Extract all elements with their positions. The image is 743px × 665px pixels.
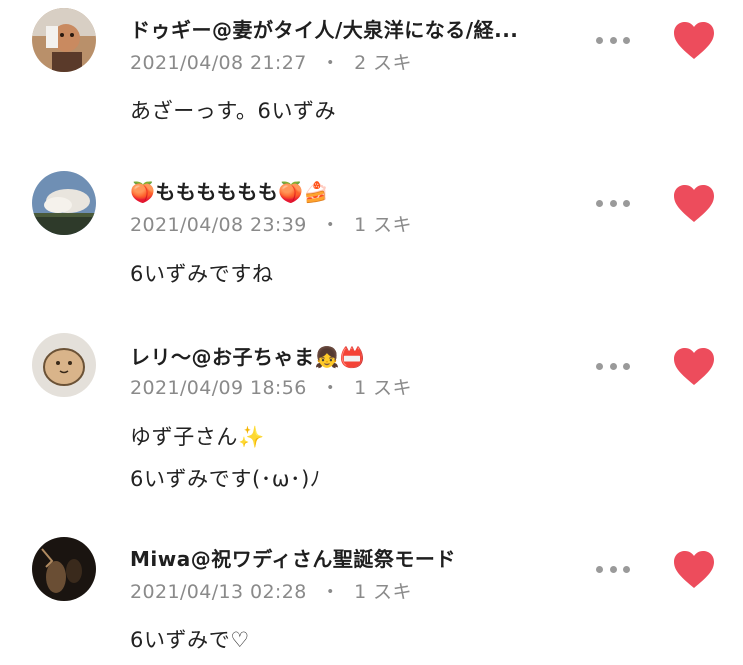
like-heart-button[interactable]	[672, 184, 716, 224]
like-heart-button[interactable]	[672, 550, 716, 590]
dot-icon	[596, 36, 603, 44]
avatar[interactable]	[32, 8, 96, 72]
like-count[interactable]: 2 スキ	[354, 52, 412, 74]
more-options-button[interactable]	[596, 35, 630, 45]
comment-meta: 2021/04/09 18:56 ・ 1 スキ	[130, 373, 412, 400]
dot-icon	[596, 565, 603, 573]
avatar[interactable]	[32, 171, 96, 235]
dot-icon	[623, 199, 630, 207]
heart-icon	[674, 22, 714, 59]
like-count[interactable]: 1 スキ	[354, 214, 412, 236]
more-options-button[interactable]	[596, 564, 630, 574]
meta-separator: ・	[320, 214, 341, 236]
comment-text: あざーっす。6いずみ	[130, 99, 337, 123]
sparkles-emoji-icon: ✨	[238, 425, 265, 449]
peach-emoji-icon: 🍑	[130, 180, 156, 204]
dot-icon	[609, 36, 617, 44]
avatar[interactable]	[32, 333, 96, 397]
like-heart-button[interactable]	[672, 21, 716, 61]
comment-text: 6いずみです(･ω･)ﾉ	[130, 467, 322, 491]
like-count[interactable]: 1 スキ	[354, 581, 412, 603]
like-count[interactable]: 1 スキ	[354, 377, 412, 399]
dot-icon	[596, 362, 603, 370]
meta-separator: ・	[320, 52, 341, 74]
comment-meta: 2021/04/08 23:39 ・ 1 スキ	[130, 210, 412, 237]
meta-separator: ・	[320, 581, 341, 603]
comment-text: 6いずみですね	[130, 262, 274, 286]
comment-author-name[interactable]: レリ〜@お子ちゃま👧📛	[130, 341, 365, 370]
girl-nametag-emoji-icon: 👧📛	[314, 345, 366, 369]
comment-meta: 2021/04/08 21:27 ・ 2 スキ	[130, 48, 412, 75]
heart-icon	[674, 185, 714, 222]
heart-icon	[674, 551, 714, 588]
comment-author-name[interactable]: 🍑もももももも🍑🍰	[130, 176, 329, 205]
peach-cake-emoji-icon: 🍑🍰	[278, 180, 330, 204]
dot-icon	[596, 199, 603, 207]
dot-icon	[623, 362, 630, 370]
dot-icon	[623, 36, 630, 44]
comment-timestamp: 2021/04/13 02:28	[130, 581, 307, 603]
comment-text: ゆず子さん✨	[130, 425, 265, 449]
comment-text: 6いずみで♡	[130, 628, 250, 652]
like-heart-button[interactable]	[672, 347, 716, 387]
comment-timestamp: 2021/04/08 21:27	[130, 52, 307, 74]
dot-icon	[609, 565, 617, 573]
comment-meta: 2021/04/13 02:28 ・ 1 スキ	[130, 577, 412, 604]
heart-icon	[674, 348, 714, 385]
dot-icon	[623, 565, 630, 573]
comment-author-name[interactable]: Miwa@祝ワディさん聖誕祭モード	[130, 543, 456, 572]
more-options-button[interactable]	[596, 361, 630, 371]
meta-separator: ・	[320, 377, 341, 399]
comment-timestamp: 2021/04/08 23:39	[130, 214, 307, 236]
more-options-button[interactable]	[596, 198, 630, 208]
comment-timestamp: 2021/04/09 18:56	[130, 377, 307, 399]
dot-icon	[609, 199, 617, 207]
avatar[interactable]	[32, 537, 96, 601]
dot-icon	[609, 362, 617, 370]
comment-author-name[interactable]: ドゥギー@妻がタイ人/大泉洋になる/経...	[130, 14, 518, 43]
